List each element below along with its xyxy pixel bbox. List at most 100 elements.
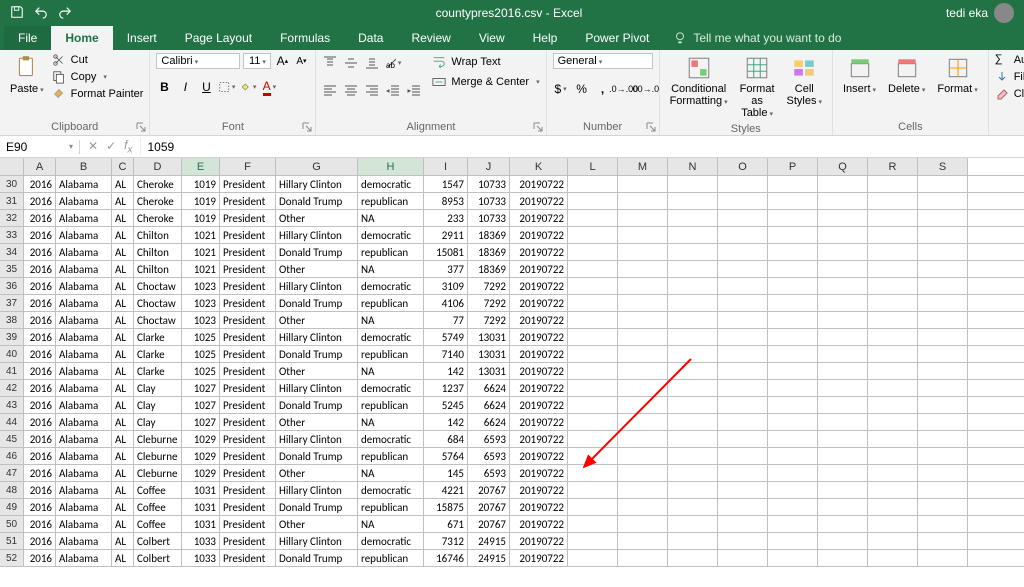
cell[interactable] — [618, 329, 668, 345]
cell[interactable] — [868, 278, 918, 294]
cell[interactable] — [818, 380, 868, 396]
cell[interactable]: NA — [358, 516, 424, 532]
cell[interactable] — [568, 244, 618, 260]
cell[interactable]: 1019 — [182, 176, 220, 192]
cell[interactable]: Alabama — [56, 465, 112, 481]
row-header[interactable]: 52 — [0, 550, 24, 566]
cell[interactable]: 1023 — [182, 295, 220, 311]
cell[interactable]: Alabama — [56, 244, 112, 260]
cell[interactable]: AL — [112, 550, 134, 566]
cell[interactable] — [818, 363, 868, 379]
cell[interactable] — [668, 227, 718, 243]
cell[interactable] — [718, 482, 768, 498]
cell[interactable] — [568, 533, 618, 549]
cell[interactable]: Hillary Clinton — [276, 380, 358, 396]
formula-input[interactable]: 1059 — [141, 140, 1024, 154]
cell[interactable] — [718, 244, 768, 260]
cell[interactable] — [868, 244, 918, 260]
row-header[interactable]: 33 — [0, 227, 24, 243]
cell[interactable] — [918, 397, 968, 413]
cell[interactable]: 1025 — [182, 329, 220, 345]
cell[interactable] — [718, 397, 768, 413]
cell[interactable] — [618, 397, 668, 413]
column-header[interactable]: L — [568, 158, 618, 175]
column-header[interactable]: Q — [818, 158, 868, 175]
row-header[interactable]: 39 — [0, 329, 24, 345]
insert-button[interactable]: Insert — [839, 53, 880, 97]
cell[interactable]: Alabama — [56, 533, 112, 549]
cell[interactable]: AL — [112, 431, 134, 447]
cell[interactable]: Coffee — [134, 482, 182, 498]
cell[interactable]: Cheroke — [134, 176, 182, 192]
cell[interactable]: AL — [112, 380, 134, 396]
cell[interactable] — [568, 482, 618, 498]
column-header[interactable]: J — [468, 158, 510, 175]
cell[interactable] — [718, 346, 768, 362]
cell[interactable]: 1023 — [182, 312, 220, 328]
cell[interactable]: 2016 — [24, 261, 56, 277]
dialog-launcher-icon[interactable] — [532, 121, 544, 133]
cell[interactable]: Chilton — [134, 261, 182, 277]
cell[interactable] — [768, 482, 818, 498]
cell[interactable]: 142 — [424, 414, 468, 430]
cell[interactable] — [768, 227, 818, 243]
column-header[interactable]: G — [276, 158, 358, 175]
cell[interactable]: Alabama — [56, 278, 112, 294]
cell[interactable] — [768, 533, 818, 549]
cell[interactable] — [818, 499, 868, 515]
column-header[interactable]: K — [510, 158, 568, 175]
cell[interactable]: AL — [112, 261, 134, 277]
cell[interactable] — [618, 312, 668, 328]
cell[interactable] — [618, 176, 668, 192]
spreadsheet-grid[interactable]: ABCDEFGHIJKLMNOPQRS 302016AlabamaALChero… — [0, 158, 1024, 567]
cell[interactable]: NA — [358, 261, 424, 277]
cell[interactable]: Alabama — [56, 397, 112, 413]
cell[interactable]: 2016 — [24, 380, 56, 396]
cell[interactable]: Alabama — [56, 193, 112, 209]
cell[interactable]: NA — [358, 465, 424, 481]
increase-font-icon[interactable]: A▴ — [274, 53, 290, 69]
cell[interactable] — [618, 550, 668, 566]
cell[interactable]: 7292 — [468, 312, 510, 328]
cell[interactable] — [918, 533, 968, 549]
cell[interactable]: AL — [112, 414, 134, 430]
cell[interactable]: 2016 — [24, 210, 56, 226]
cell[interactable] — [868, 346, 918, 362]
cell[interactable] — [668, 210, 718, 226]
column-header[interactable]: A — [24, 158, 56, 175]
cell[interactable] — [918, 465, 968, 481]
cell[interactable] — [868, 261, 918, 277]
cell[interactable] — [668, 363, 718, 379]
cell[interactable] — [768, 550, 818, 566]
cell[interactable]: 1547 — [424, 176, 468, 192]
cell[interactable]: Chilton — [134, 227, 182, 243]
cell[interactable] — [618, 295, 668, 311]
percent-icon[interactable]: % — [574, 81, 590, 97]
cell[interactable] — [768, 414, 818, 430]
cell[interactable]: 2016 — [24, 499, 56, 515]
cell[interactable] — [568, 227, 618, 243]
cell[interactable] — [868, 499, 918, 515]
cell[interactable] — [718, 431, 768, 447]
cell[interactable]: 2016 — [24, 346, 56, 362]
cell[interactable] — [568, 550, 618, 566]
cell[interactable] — [818, 227, 868, 243]
select-all-corner[interactable] — [0, 158, 24, 175]
cell[interactable]: Alabama — [56, 295, 112, 311]
cell[interactable]: 20190722 — [510, 380, 568, 396]
cell[interactable]: President — [220, 414, 276, 430]
cell[interactable] — [668, 499, 718, 515]
cell[interactable] — [918, 363, 968, 379]
cell[interactable] — [868, 550, 918, 566]
align-left-icon[interactable] — [322, 83, 338, 99]
cell[interactable] — [918, 278, 968, 294]
cell[interactable]: democratic — [358, 380, 424, 396]
clear-button[interactable]: Clear — [995, 87, 1024, 101]
format-painter-button[interactable]: Format Painter — [52, 87, 144, 101]
cell[interactable]: 2016 — [24, 312, 56, 328]
column-header[interactable]: M — [618, 158, 668, 175]
cell[interactable] — [668, 244, 718, 260]
cell[interactable] — [668, 482, 718, 498]
tab-help[interactable]: Help — [519, 26, 572, 50]
cell[interactable]: 20190722 — [510, 193, 568, 209]
